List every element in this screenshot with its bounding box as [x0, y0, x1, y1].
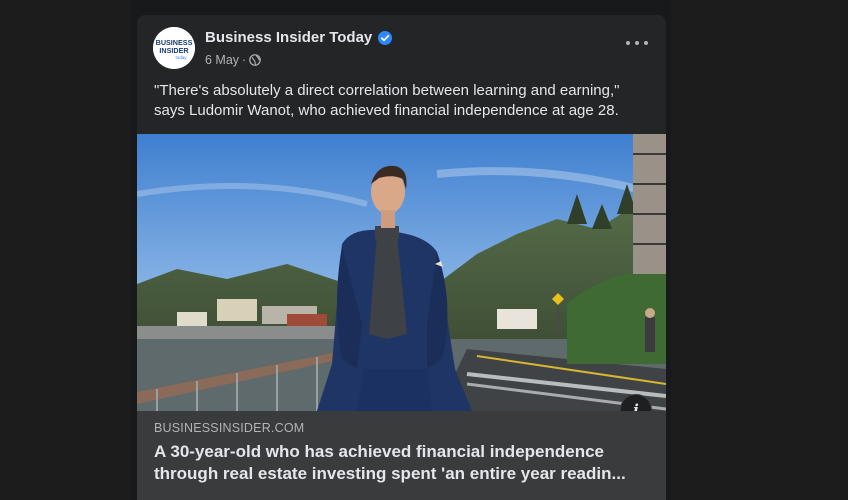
verified-badge-icon [378, 30, 393, 45]
meta-separator: · [242, 53, 247, 67]
link-title[interactable]: A 30-year-old who has achieved financial… [154, 441, 654, 485]
more-dot [635, 41, 639, 45]
page-avatar[interactable]: BUSINESS INSIDER today [153, 27, 195, 69]
photo-scene [137, 134, 666, 411]
link-domain: BUSINESSINSIDER.COM [154, 421, 305, 435]
business-insider-logo: BUSINESS INSIDER today [153, 27, 195, 69]
post-card: BUSINESS INSIDER today Business Insider … [137, 15, 666, 500]
post-header: BUSINESS INSIDER today Business Insider … [137, 15, 666, 75]
link-preview[interactable]: BUSINESSINSIDER.COM A 30-year-old who ha… [137, 411, 666, 500]
post-date[interactable]: 6 May [205, 53, 239, 67]
globe-icon[interactable] [249, 54, 262, 66]
post-meta: 6 May · [205, 53, 262, 67]
more-dot [644, 41, 648, 45]
post-text: "There's absolutely a direct correlation… [154, 82, 620, 119]
more-options-icon [626, 41, 630, 45]
post-photo[interactable] [137, 134, 666, 411]
logo-line-3: today [175, 55, 187, 60]
page-name[interactable]: Business Insider Today [205, 29, 372, 46]
page-name-row: Business Insider Today [205, 29, 393, 46]
logo-line-2: INSIDER [159, 46, 189, 55]
more-options-button[interactable] [626, 35, 648, 51]
